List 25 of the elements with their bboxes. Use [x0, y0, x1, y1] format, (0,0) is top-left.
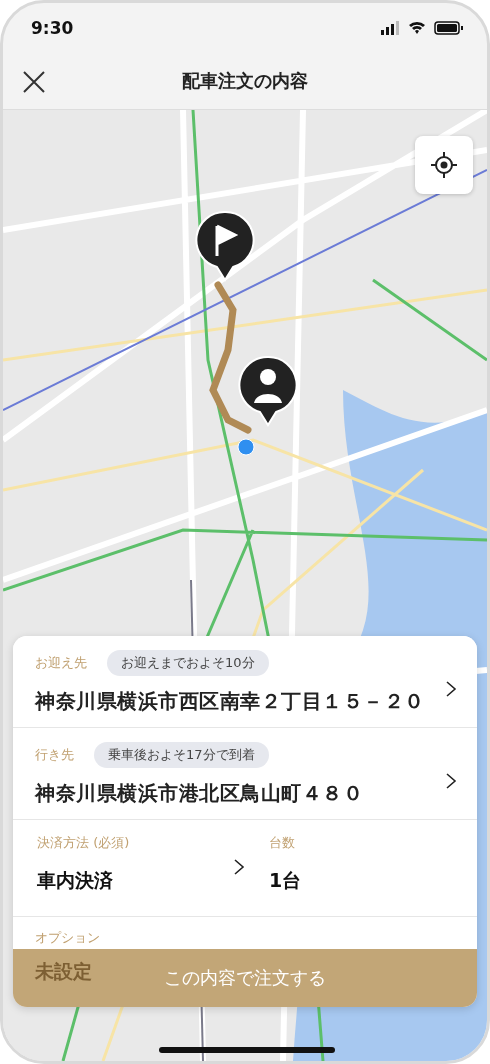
time-estimate-badge: お迎えまでおよそ10分 — [107, 650, 269, 676]
field-label: 行き先 — [35, 746, 74, 764]
current-location-dot-icon — [237, 438, 255, 456]
field-label: 決済方法 (必須) — [37, 834, 131, 852]
payment-cell[interactable]: 決済方法 (必須) 車内決済 — [13, 820, 245, 916]
option-value: 未設定 — [35, 959, 92, 984]
flag-pin-icon — [195, 210, 255, 282]
crosshair-icon — [429, 150, 459, 180]
person-pin-icon — [238, 355, 298, 427]
chevron-right-icon — [233, 858, 245, 876]
status-time: 9:30 — [31, 18, 74, 39]
vehicle-count-value: 1台 — [269, 868, 303, 893]
chevron-right-icon — [445, 772, 457, 790]
screen-title: 配車注文の内容 — [182, 69, 308, 94]
address-text: 神奈川県横浜市西区南幸２丁目１５－２０ — [35, 688, 426, 715]
pickup-row[interactable]: お迎え先 お迎えまでおよそ10分 神奈川県横浜市西区南幸２丁目１５－２０ — [13, 636, 477, 728]
destination-row[interactable]: 行き先 乗車後およそ17分で到着 神奈川県横浜市港北区鳥山町４８０ — [13, 728, 477, 820]
field-label: オプション — [35, 930, 100, 945]
field-label: 台数 — [269, 834, 296, 852]
chevron-right-icon — [445, 680, 457, 698]
field-label: お迎え先 — [35, 654, 87, 672]
payment-value: 車内決済 — [37, 868, 114, 893]
locate-button[interactable] — [415, 136, 473, 194]
address-text: 神奈川県横浜市港北区鳥山町４８０ — [35, 780, 364, 807]
time-estimate-badge: 乗車後およそ17分で到着 — [94, 742, 269, 768]
